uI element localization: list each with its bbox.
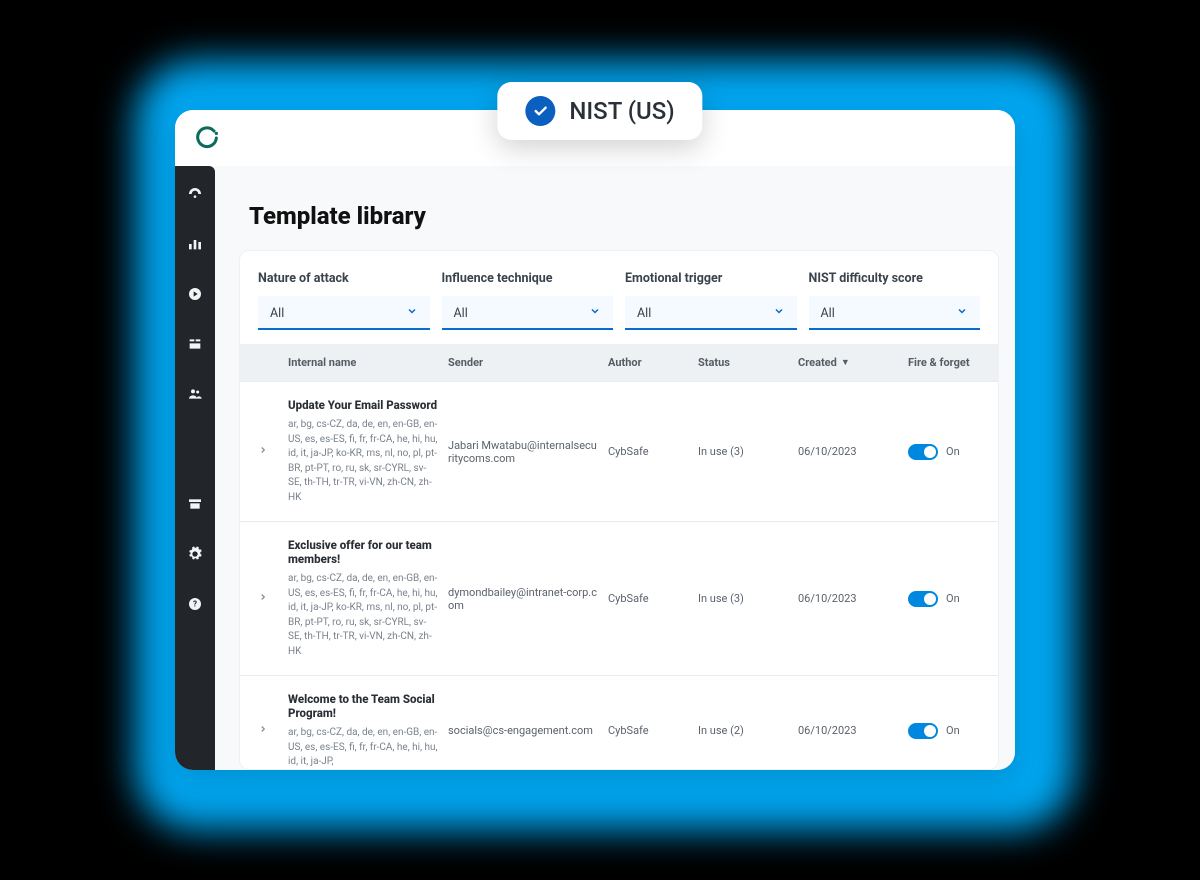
app-window: ? Template library Nature of attack All [175, 110, 1015, 770]
table-row: Welcome to the Team Social Program! ar, … [240, 675, 998, 769]
cell-author: CybSafe [608, 445, 698, 458]
cell-sender: Jabari Mwatabu@internalsecuritycoms.com [448, 439, 598, 465]
col-created[interactable]: Created ▼ [798, 356, 908, 369]
col-author[interactable]: Author [608, 356, 698, 369]
check-circle-icon [525, 96, 555, 126]
sort-desc-icon: ▼ [841, 357, 850, 368]
filter-label: Influence technique [442, 271, 614, 286]
filter-nist: NIST difficulty score All [809, 271, 981, 330]
cell-internal-name: Exclusive offer for our team members! ar… [288, 538, 448, 659]
fire-forget-toggle[interactable] [908, 723, 938, 739]
filter-influence: Influence technique All [442, 271, 614, 330]
cell-fire-forget: On [908, 723, 998, 739]
filter-nist-dropdown[interactable]: All [809, 296, 981, 330]
dropdown-value: All [821, 306, 835, 321]
cell-fire-forget: On [908, 444, 998, 460]
table-row: Exclusive offer for our team members! ar… [240, 521, 998, 675]
expand-row-icon[interactable] [258, 724, 288, 737]
col-sender[interactable]: Sender [448, 356, 608, 369]
filter-label: Nature of attack [258, 271, 430, 286]
settings-icon[interactable] [187, 546, 203, 566]
filter-emotional: Emotional trigger All [625, 271, 797, 330]
help-icon[interactable]: ? [187, 596, 203, 616]
sidebar-nav: ? [175, 166, 215, 770]
fire-forget-toggle[interactable] [908, 444, 938, 460]
template-card: Nature of attack All Influence technique… [239, 250, 999, 770]
play-icon[interactable] [187, 286, 203, 306]
col-internal-name[interactable]: Internal name [288, 356, 448, 369]
cell-author: CybSafe [608, 592, 698, 605]
badge-text: NIST (US) [569, 97, 674, 125]
dropdown-value: All [637, 306, 651, 321]
cell-sender: dymondbailey@intranet-corp.com [448, 586, 598, 612]
filter-nature: Nature of attack All [258, 271, 430, 330]
chevron-down-icon [956, 305, 968, 321]
cell-status: In use (3) [698, 592, 798, 605]
filter-label: Emotional trigger [625, 271, 797, 286]
cell-internal-name: Welcome to the Team Social Program! ar, … [288, 692, 448, 769]
row-languages: ar, bg, cs-CZ, da, de, en, en-GB, en-US,… [288, 418, 438, 505]
filter-influence-dropdown[interactable]: All [442, 296, 614, 330]
row-title: Update Your Email Password [288, 398, 448, 412]
dashboard-icon[interactable] [187, 186, 203, 206]
toggle-label: On [946, 592, 960, 605]
toggle-label: On [946, 724, 960, 737]
cell-fire-forget: On [908, 591, 998, 607]
expand-row-icon[interactable] [258, 445, 288, 458]
filter-nature-dropdown[interactable]: All [258, 296, 430, 330]
col-fire-forget[interactable]: Fire & forget [908, 356, 999, 369]
library-icon[interactable] [187, 336, 203, 356]
cell-author: CybSafe [608, 724, 698, 737]
toggle-label: On [946, 445, 960, 458]
filter-emotional-dropdown[interactable]: All [625, 296, 797, 330]
filters-row: Nature of attack All Influence technique… [240, 251, 998, 344]
table-header: Internal name Sender Author Status Creat… [240, 344, 998, 381]
chevron-down-icon [773, 305, 785, 321]
archive-icon[interactable] [187, 496, 203, 516]
fire-forget-toggle[interactable] [908, 591, 938, 607]
chevron-down-icon [406, 305, 418, 321]
chevron-down-icon [589, 305, 601, 321]
col-status[interactable]: Status [698, 356, 798, 369]
dropdown-value: All [270, 306, 284, 321]
row-title: Welcome to the Team Social Program! [288, 692, 448, 720]
cell-created: 06/10/2023 [798, 592, 908, 605]
table-row: Update Your Email Password ar, bg, cs-CZ… [240, 381, 998, 521]
reports-icon[interactable] [187, 236, 203, 256]
dropdown-value: All [454, 306, 468, 321]
cell-status: In use (3) [698, 445, 798, 458]
row-title: Exclusive offer for our team members! [288, 538, 448, 566]
page-title: Template library [215, 166, 1015, 250]
nist-badge: NIST (US) [497, 82, 702, 140]
filter-label: NIST difficulty score [809, 271, 981, 286]
svg-text:?: ? [193, 600, 197, 609]
row-languages: ar, bg, cs-CZ, da, de, en, en-GB, en-US,… [288, 572, 438, 659]
row-languages: ar, bg, cs-CZ, da, de, en, en-GB, en-US,… [288, 726, 438, 769]
cell-internal-name: Update Your Email Password ar, bg, cs-CZ… [288, 398, 448, 505]
groups-icon[interactable] [187, 386, 203, 406]
cell-status: In use (2) [698, 724, 798, 737]
expand-row-icon[interactable] [258, 592, 288, 605]
main-content: Template library Nature of attack All In… [215, 166, 1015, 770]
cell-created: 06/10/2023 [798, 445, 908, 458]
cell-created: 06/10/2023 [798, 724, 908, 737]
brand-logo [193, 124, 221, 152]
cell-sender: socials@cs-engagement.com [448, 724, 598, 737]
table-body: Update Your Email Password ar, bg, cs-CZ… [240, 381, 998, 769]
